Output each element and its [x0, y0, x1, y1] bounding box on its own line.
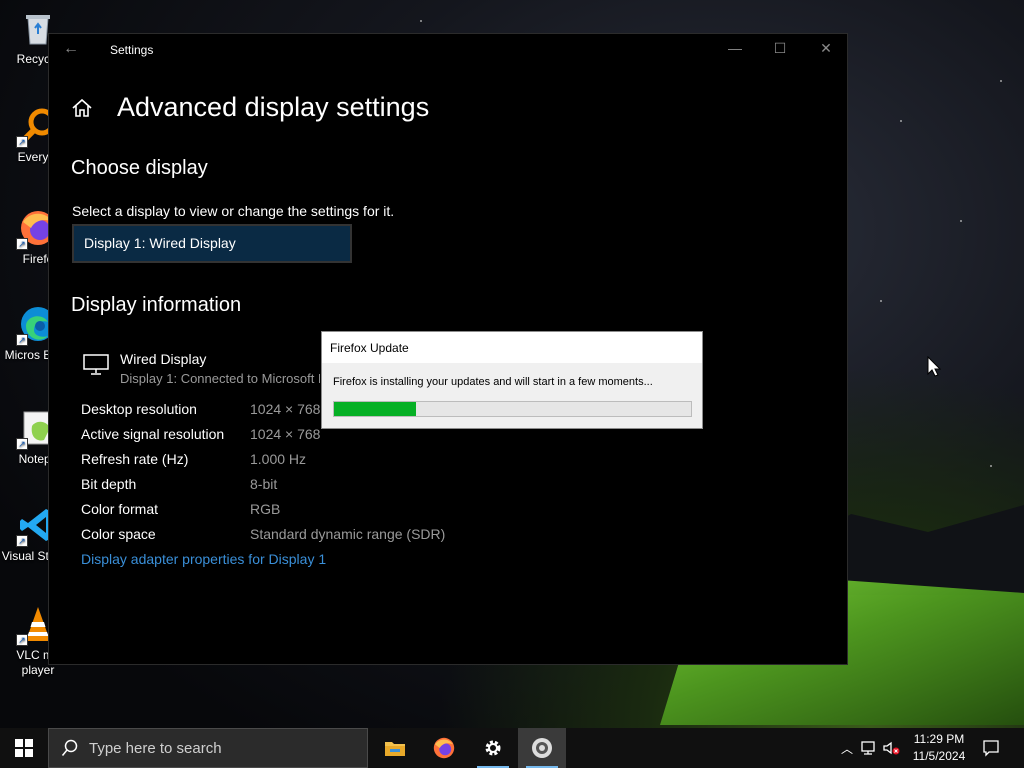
info-value: Standard dynamic range (SDR): [250, 526, 446, 542]
volume-muted-icon[interactable]: [882, 740, 900, 756]
start-button[interactable]: [0, 728, 48, 768]
notification-icon: [983, 740, 999, 757]
info-label: Active signal resolution: [81, 426, 225, 442]
firefox-updater-icon: [532, 738, 552, 758]
display-name: Wired Display: [120, 351, 207, 367]
display-subtitle: Display 1: Connected to Microsoft Basic …: [120, 371, 320, 386]
info-value: 1024 × 768: [250, 401, 321, 417]
window-title: Settings: [110, 43, 154, 57]
firefox-update-dialog: Firefox Update Firefox is installing you…: [321, 331, 703, 429]
info-value: 1.000 Hz: [250, 451, 307, 467]
clock-time: 11:29 PM: [913, 732, 965, 746]
display-select-dropdown[interactable]: Display 1: Wired Display: [72, 224, 352, 263]
network-icon[interactable]: [860, 740, 878, 756]
choose-display-heading: Choose display: [71, 157, 208, 179]
display-select-value: Display 1: Wired Display: [84, 235, 236, 251]
shortcut-arrow-icon: ↗: [16, 136, 28, 148]
progress-fill: [334, 402, 417, 416]
home-icon[interactable]: [71, 97, 93, 119]
settings-titlebar[interactable]: ← Settings — ☐ ✕: [49, 34, 847, 66]
gear-icon: [485, 740, 501, 756]
info-label: Bit depth: [81, 476, 137, 492]
taskbar: Type here to search ︿ 11:29 PM 11/5/2024: [0, 728, 1024, 768]
action-center-button[interactable]: [968, 728, 1014, 768]
info-label: Refresh rate (Hz): [81, 451, 189, 467]
chevron-up-icon[interactable]: ︿: [838, 740, 856, 757]
taskbar-settings[interactable]: [469, 728, 517, 768]
shortcut-arrow-icon: ↗: [16, 334, 28, 346]
dialog-message: Firefox is installing your updates and w…: [333, 376, 653, 388]
page-title: Advanced display settings: [117, 92, 430, 122]
minimize-button[interactable]: —: [725, 40, 745, 56]
mouse-cursor-icon: [927, 356, 941, 377]
shortcut-arrow-icon: ↗: [16, 634, 28, 646]
firefox-icon: [433, 737, 455, 759]
taskbar-clock[interactable]: 11:29 PM 11/5/2024: [905, 731, 973, 765]
shortcut-arrow-icon: ↗: [16, 238, 28, 250]
monitor-icon: [83, 354, 109, 375]
update-progress-bar: [333, 401, 692, 417]
windows-logo-icon: [15, 739, 33, 757]
info-label: Desktop resolution: [81, 401, 197, 417]
file-explorer-icon: [385, 742, 405, 756]
shortcut-arrow-icon: ↗: [16, 535, 28, 547]
taskbar-firefox[interactable]: [420, 728, 468, 768]
taskbar-search-box[interactable]: Type here to search: [48, 728, 368, 768]
back-arrow-icon[interactable]: ←: [63, 40, 79, 58]
info-label: Color space: [81, 526, 156, 542]
info-label: Color format: [81, 501, 159, 517]
clock-date: 11/5/2024: [912, 749, 966, 763]
search-icon: [61, 739, 78, 756]
taskbar-file-explorer[interactable]: [371, 728, 419, 768]
info-value: RGB: [250, 501, 281, 517]
system-tray: ︿: [838, 728, 900, 768]
close-button[interactable]: ✕: [816, 40, 836, 57]
maximize-button[interactable]: ☐: [770, 40, 790, 57]
shortcut-arrow-icon: ↗: [16, 438, 28, 450]
dialog-title: Firefox Update: [322, 332, 702, 363]
choose-display-description: Select a display to view or change the s…: [72, 203, 395, 219]
taskbar-firefox-update[interactable]: [518, 728, 566, 768]
display-adapter-properties-link[interactable]: Display adapter properties for Display 1: [81, 551, 326, 567]
info-value: 1024 × 768: [250, 426, 321, 442]
search-placeholder: Type here to search: [89, 739, 222, 757]
info-value: 8-bit: [250, 476, 278, 492]
display-information-heading: Display information: [71, 294, 242, 316]
